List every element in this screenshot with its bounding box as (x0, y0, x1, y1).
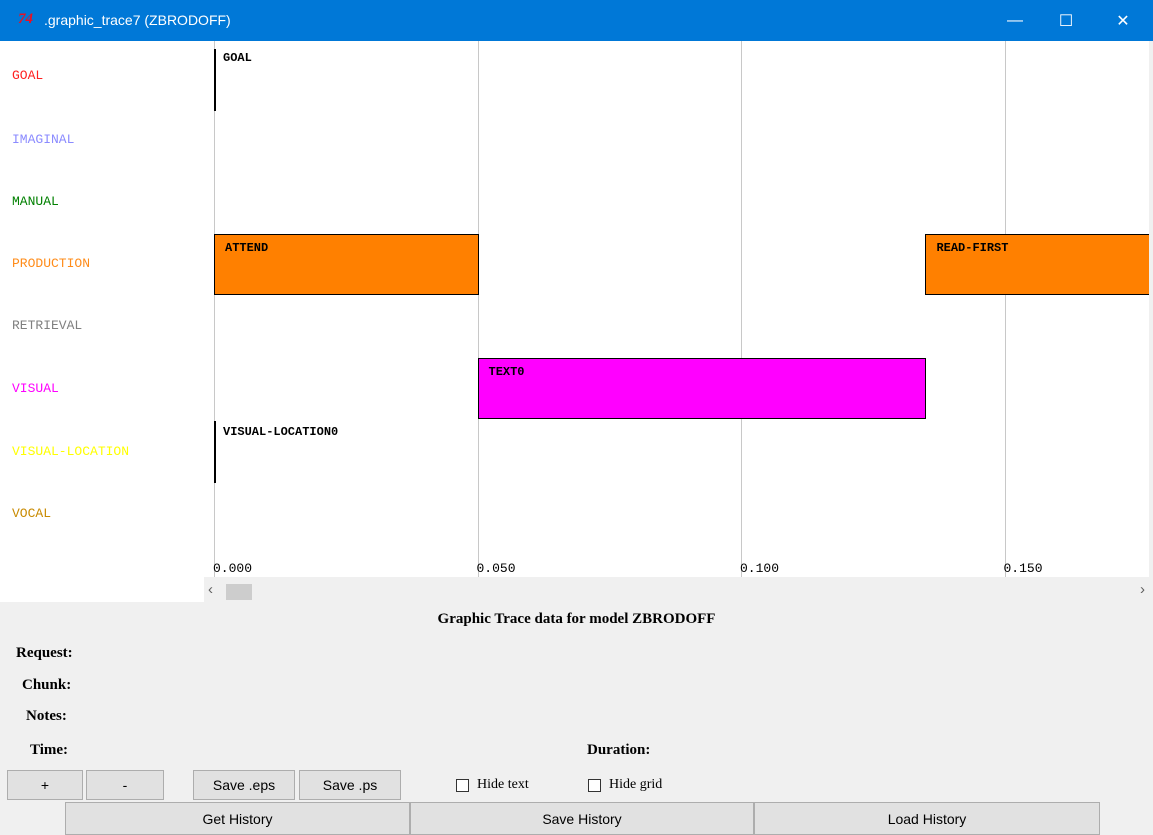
module-label-visual: VISUAL (12, 381, 59, 396)
scroll-left-icon[interactable]: ‹ (208, 581, 213, 598)
scroll-right-icon[interactable]: › (1140, 581, 1145, 598)
hide-grid-label: Hide grid (609, 777, 663, 792)
save-eps-button[interactable]: Save .eps (193, 770, 295, 800)
x-tick-label: 0.000 (213, 561, 253, 576)
trace-box-read-first[interactable]: READ-FIRST (925, 234, 1149, 295)
minimize-button[interactable]: — (992, 0, 1038, 41)
module-label-retrieval: RETRIEVAL (12, 318, 83, 333)
module-label-visual-location: VISUAL-LOCATION (12, 444, 130, 459)
gridline (1004, 41, 1006, 577)
notes-label: Notes: (26, 708, 67, 724)
checkbox-box[interactable] (456, 778, 469, 792)
checkbox-box[interactable] (588, 778, 601, 792)
x-tick-label: 0.150 (1003, 561, 1043, 576)
zoom-out-button[interactable]: - (86, 770, 164, 800)
trace-box-text0[interactable]: TEXT0 (477, 358, 927, 419)
duration-label: Duration: (587, 742, 651, 758)
title-bar[interactable]: 74 .graphic_trace7 (ZBRODOFF) — ☐ ✕ (0, 0, 1153, 41)
maximize-button[interactable]: ☐ (1043, 0, 1089, 41)
gridline (477, 41, 479, 577)
x-tick-label: 0.100 (740, 561, 780, 576)
horizontal-scrollbar[interactable]: ‹ › (204, 577, 1153, 602)
chunk-label: Chunk: (22, 677, 72, 693)
window-title: .graphic_trace7 (ZBRODOFF) (44, 12, 231, 28)
tk-app-icon: 74 (18, 11, 33, 27)
trace-canvas[interactable]: GOAL ATTEND READ-FIRST TEXT0 VISUAL-LOCA… (204, 41, 1149, 577)
module-label-manual: MANUAL (12, 194, 59, 209)
save-ps-button[interactable]: Save .ps (299, 770, 401, 800)
module-labels-panel: GOAL IMAGINAL MANUAL PRODUCTION RETRIEVA… (0, 41, 204, 602)
hide-text-checkbox[interactable]: Hide text (456, 777, 529, 793)
get-history-button[interactable]: Get History (65, 802, 410, 835)
gridline (741, 41, 742, 577)
goal-event-marker (214, 49, 216, 111)
save-history-button[interactable]: Save History (410, 802, 754, 835)
module-label-imaginal: IMAGINAL (12, 132, 75, 147)
hide-text-label: Hide text (477, 777, 529, 792)
gridline (214, 41, 215, 577)
close-icon: ✕ (1116, 12, 1130, 30)
visual-location-event-marker (214, 421, 216, 483)
maximize-icon: ☐ (1058, 12, 1074, 30)
trace-box-label: ATTEND (225, 241, 269, 255)
minimize-icon: — (1007, 11, 1023, 29)
trace-caption: Graphic Trace data for model ZBRODOFF (437, 611, 716, 627)
goal-event-label: GOAL (223, 51, 252, 65)
module-label-production: PRODUCTION (12, 256, 91, 271)
module-label-vocal: VOCAL (12, 506, 52, 521)
visual-location-event-label: VISUAL-LOCATION0 (223, 425, 339, 439)
request-label: Request: (16, 645, 73, 661)
x-tick-label: 0.050 (476, 561, 516, 576)
scroll-thumb[interactable] (226, 584, 252, 600)
zoom-in-button[interactable]: + (7, 770, 83, 800)
module-label-goal: GOAL (12, 68, 44, 83)
trace-box-attend[interactable]: ATTEND (214, 234, 479, 295)
trace-box-label: TEXT0 (488, 365, 525, 379)
time-label: Time: (30, 742, 69, 758)
close-button[interactable]: ✕ (1100, 0, 1146, 41)
hide-grid-checkbox[interactable]: Hide grid (588, 777, 662, 793)
trace-box-label: READ-FIRST (936, 241, 1009, 255)
load-history-button[interactable]: Load History (754, 802, 1100, 835)
